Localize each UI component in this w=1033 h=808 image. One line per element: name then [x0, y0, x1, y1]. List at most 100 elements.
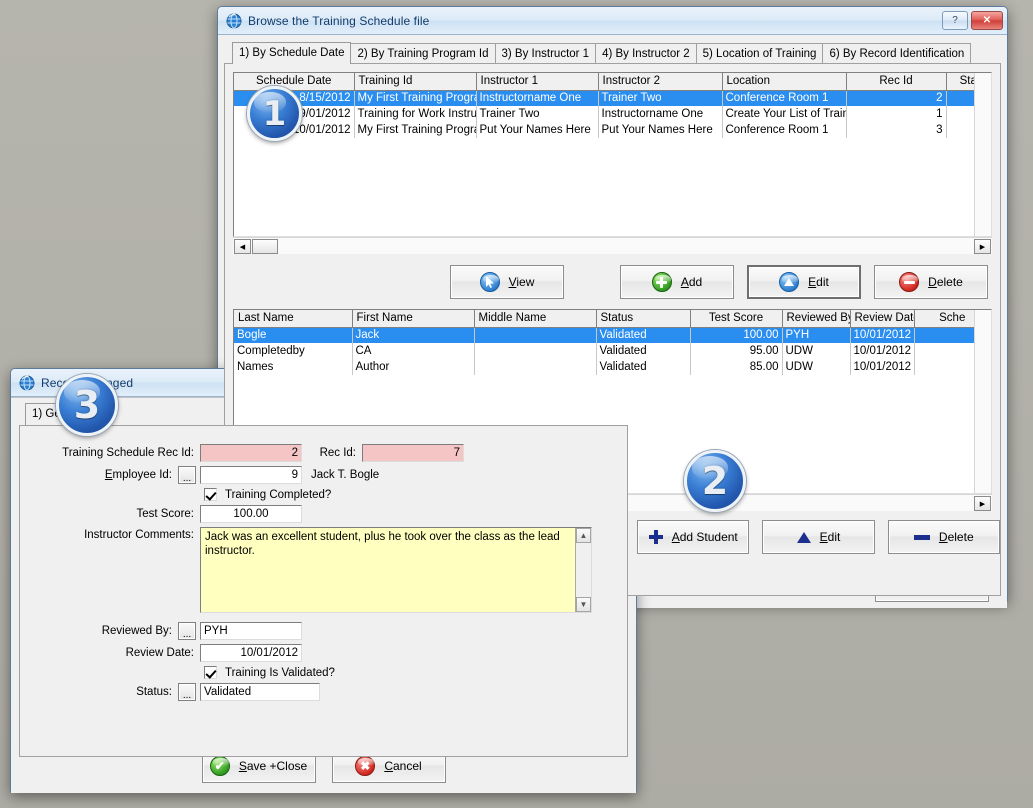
table-row[interactable]: 8/15/2012 My First Training Program Inst… [234, 90, 991, 106]
employee-id-field[interactable]: 9 [200, 466, 302, 484]
comments-scrollbar[interactable]: ▲ ▼ [575, 528, 591, 612]
cell-test-score: 95.00 [690, 343, 782, 359]
schedule-grid-horizontal-scrollbar[interactable]: ◀ ▶ [233, 237, 992, 254]
training-is-validated-checkbox[interactable] [204, 666, 217, 679]
tab-by-instructor-1[interactable]: 3) By Instructor 1 [495, 43, 597, 64]
student-delete-button[interactable]: Delete [888, 520, 1000, 554]
cell-instructor-2: Instructorname One [598, 106, 722, 122]
col-instructor-1[interactable]: Instructor 1 [476, 73, 598, 90]
col-rec-id[interactable]: Rec Id [846, 73, 946, 90]
cell-last-name: Bogle [234, 327, 352, 343]
cell-review-date: 10/01/2012 [850, 359, 914, 375]
edit-button[interactable]: Edit [747, 265, 861, 299]
col-first-name[interactable]: First Name [352, 310, 474, 327]
col-location[interactable]: Location [722, 73, 846, 90]
instructor-comments-text: Jack was an excellent student, plus he t… [201, 528, 591, 560]
flat-minus-icon [914, 535, 930, 540]
delete-button[interactable]: Delete [874, 265, 988, 299]
green-plus-icon [652, 272, 672, 292]
row-test-score: Test Score: 100.00 [20, 505, 627, 523]
rec-id-field[interactable]: 7 [362, 444, 464, 462]
col-last-name[interactable]: Last Name [234, 310, 352, 327]
table-row-empty [234, 138, 991, 235]
cell-instructor-2: Trainer Two [598, 90, 722, 106]
schedule-action-buttons: View Add Edit Delete [225, 265, 1000, 299]
globe-icon [19, 375, 35, 391]
cell-reviewed-by: PYH [782, 327, 850, 343]
test-score-field[interactable]: 100.00 [200, 505, 302, 523]
scroll-thumb[interactable] [252, 239, 278, 254]
student-edit-button[interactable]: Edit [762, 520, 874, 554]
col-reviewed-by[interactable]: Reviewed By [782, 310, 850, 327]
status-field[interactable]: Validated [200, 683, 320, 701]
tab-by-schedule-date[interactable]: 1) By Schedule Date [232, 42, 351, 64]
row-rec-ids: Training Schedule Rec Id: 2 Rec Id: 7 [20, 444, 627, 462]
close-window-button[interactable]: ✕ [971, 11, 1003, 30]
browse-window-title: Browse the Training Schedule file [248, 14, 429, 28]
browse-window-controls: ? ✕ [942, 11, 1003, 30]
reviewed-by-lookup-button[interactable]: ... [178, 622, 196, 640]
add-student-button[interactable]: Add Student [637, 520, 749, 554]
student-grid-vertical-scrollbar[interactable] [974, 310, 991, 493]
tab-by-training-program-id[interactable]: 2) By Training Program Id [350, 43, 495, 64]
table-row[interactable]: 10/01/2012 My First Training Program Put… [234, 122, 991, 138]
view-button[interactable]: View [450, 265, 564, 299]
training-schedule-rec-id-label: Training Schedule Rec Id: [20, 447, 200, 459]
add-button[interactable]: Add [620, 265, 734, 299]
schedule-grid-vertical-scrollbar[interactable] [974, 73, 991, 236]
employee-id-lookup-button[interactable]: ... [178, 466, 196, 484]
col-review-date[interactable]: Review Date [850, 310, 914, 327]
tab-location-of-training[interactable]: 5) Location of Training [696, 43, 824, 64]
cell-location: Conference Room 1 [722, 90, 846, 106]
training-completed-checkbox[interactable] [204, 488, 217, 501]
row-status: Status: ... Validated [20, 683, 627, 701]
scroll-left-icon[interactable]: ◀ [234, 239, 251, 254]
cell-location: Conference Room 1 [722, 122, 846, 138]
table-row[interactable]: 9/01/2012 Training for Work Instruc Trai… [234, 106, 991, 122]
reviewed-by-field[interactable]: PYH [200, 622, 302, 640]
cell-rec-id: 1 [846, 106, 946, 122]
browse-window-titlebar[interactable]: Browse the Training Schedule file ? ✕ [218, 7, 1007, 35]
scroll-up-icon[interactable]: ▲ [576, 528, 591, 543]
scroll-right-icon[interactable]: ▶ [974, 496, 991, 511]
help-button[interactable]: ? [942, 11, 968, 30]
row-instructor-comments: Instructor Comments: Jack was an excelle… [20, 527, 627, 613]
col-test-score[interactable]: Test Score [690, 310, 782, 327]
instructor-comments-field[interactable]: Jack was an excellent student, plus he t… [200, 527, 592, 613]
cell-first-name: CA [352, 343, 474, 359]
cell-review-date: 10/01/2012 [850, 343, 914, 359]
col-training-id[interactable]: Training Id [354, 73, 476, 90]
table-row[interactable]: Names Author Validated 85.00 UDW 10/01/2… [234, 359, 991, 375]
student-edit-button-label: Edit [820, 530, 841, 544]
edit-button-label: Edit [808, 275, 829, 289]
tab-by-record-identification[interactable]: 6) By Record Identification [822, 43, 971, 64]
schedule-grid-header: Schedule Date Training Id Instructor 1 I… [234, 73, 991, 90]
row-training-is-validated: Training Is Validated? [20, 666, 627, 679]
table-row[interactable]: Completedby CA Validated 95.00 UDW 10/01… [234, 343, 991, 359]
row-employee-id: Employee Id: ... 9 Jack T. Bogle [20, 466, 627, 484]
row-review-date: Review Date: 10/01/2012 [20, 644, 627, 662]
col-instructor-2[interactable]: Instructor 2 [598, 73, 722, 90]
row-training-completed: Training Completed? [20, 488, 627, 501]
cell-instructor-1: Instructorname One [476, 90, 598, 106]
col-status[interactable]: Status [596, 310, 690, 327]
review-date-label: Review Date: [20, 647, 200, 659]
table-row[interactable]: Bogle Jack Validated 100.00 PYH 10/01/20… [234, 327, 991, 343]
col-schedule-date[interactable]: Schedule Date [234, 73, 354, 90]
review-date-field[interactable]: 10/01/2012 [200, 644, 302, 662]
test-score-label: Test Score: [20, 508, 200, 520]
scroll-down-icon[interactable]: ▼ [576, 597, 591, 612]
flat-plus-icon [649, 530, 663, 544]
blue-triangle-icon [779, 272, 799, 292]
status-lookup-button[interactable]: ... [178, 683, 196, 701]
cell-training-id: My First Training Program [354, 122, 476, 138]
view-button-label: View [509, 275, 535, 289]
schedule-grid[interactable]: Schedule Date Training Id Instructor 1 I… [233, 72, 992, 237]
scroll-right-icon[interactable]: ▶ [974, 239, 991, 254]
col-middle-name[interactable]: Middle Name [474, 310, 596, 327]
training-schedule-rec-id-field[interactable]: 2 [200, 444, 302, 462]
add-button-label: Add [681, 275, 702, 289]
student-delete-button-label: Delete [939, 530, 974, 544]
tab-by-instructor-2[interactable]: 4) By Instructor 2 [595, 43, 697, 64]
dialog-body: 1) General Training Schedule Rec Id: 2 R… [11, 397, 636, 793]
